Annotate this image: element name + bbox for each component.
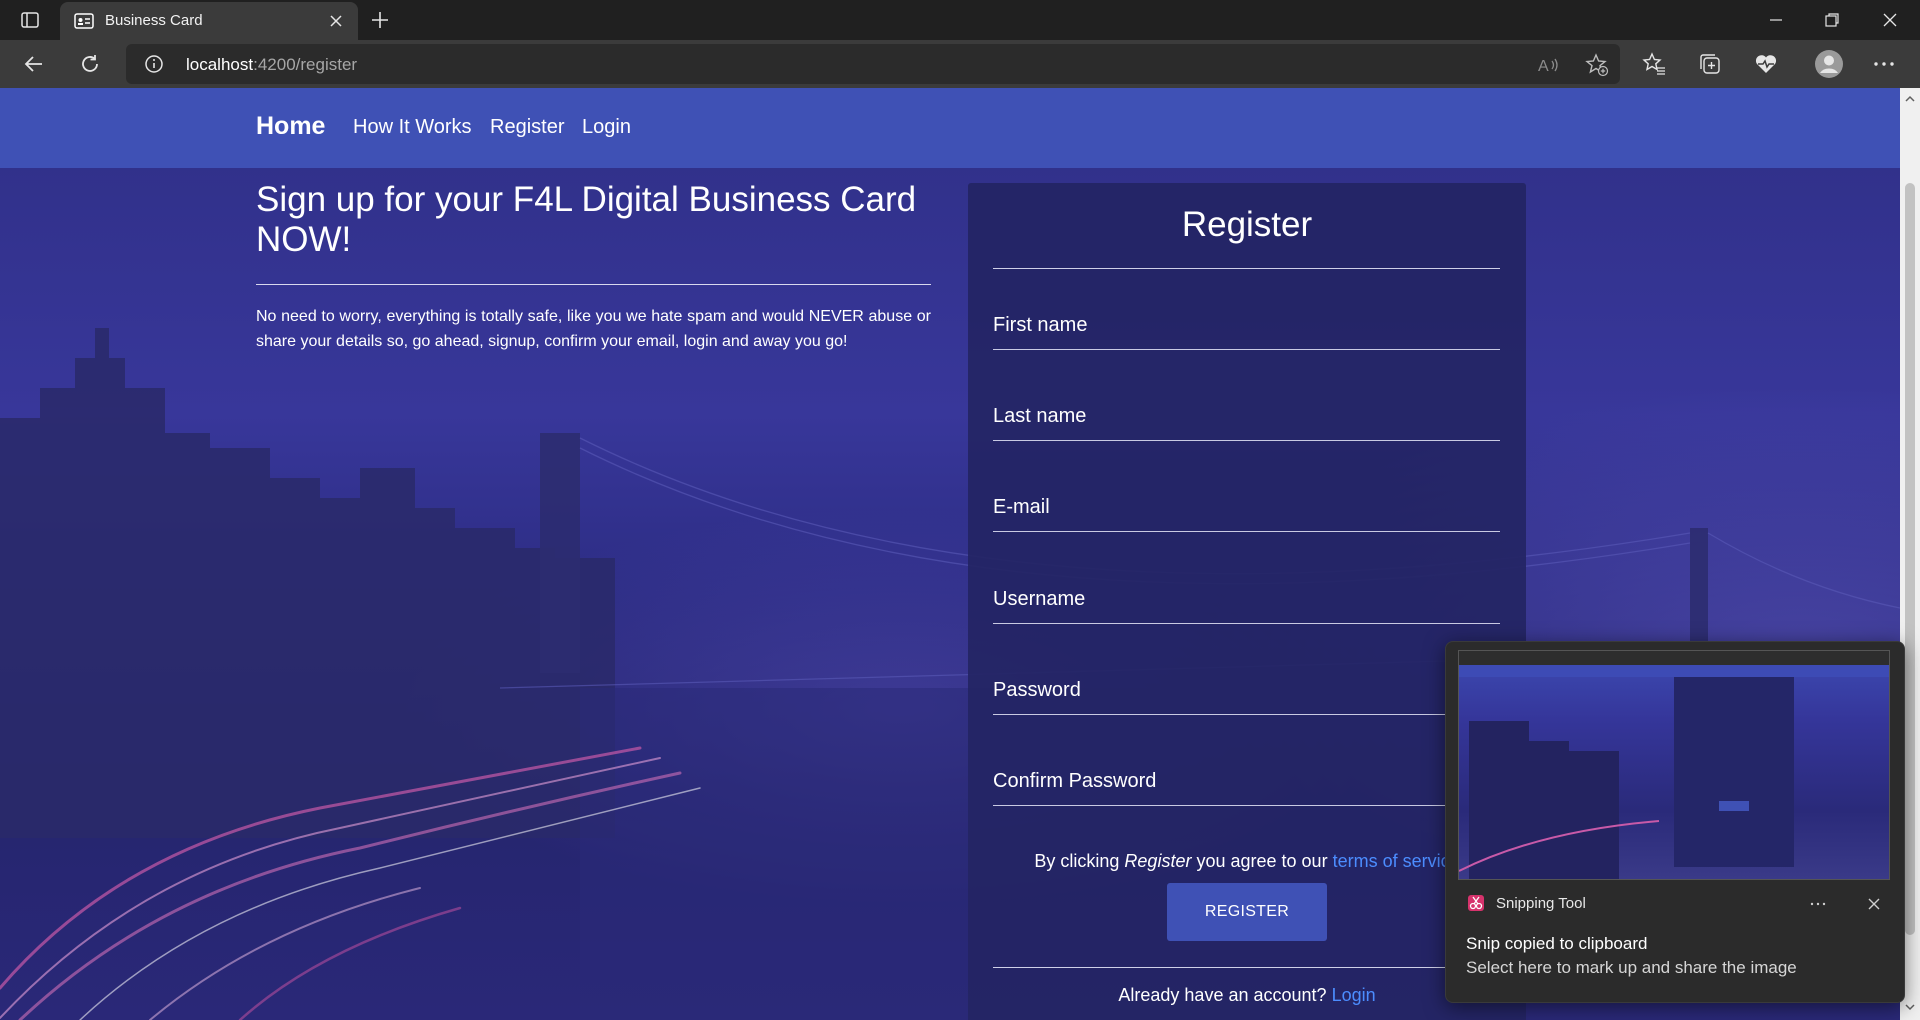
snip-preview-thumbnail[interactable] <box>1458 650 1890 880</box>
scroll-thumb[interactable] <box>1905 183 1915 935</box>
last-name-field[interactable]: Last name <box>993 390 1500 441</box>
close-tab-icon[interactable] <box>326 11 346 31</box>
terms-of-service-link[interactable]: terms of service <box>1333 851 1460 871</box>
browser-tab[interactable]: Business Card <box>60 2 358 40</box>
register-title: Register <box>1181 205 1313 244</box>
restore-icon[interactable] <box>1820 8 1844 32</box>
collections-icon[interactable] <box>1696 50 1724 78</box>
password-label: Password <box>993 679 1081 701</box>
new-tab-icon[interactable] <box>368 8 392 32</box>
back-icon[interactable] <box>20 50 48 78</box>
nav-login[interactable]: Login <box>582 116 631 139</box>
title-divider <box>993 268 1500 269</box>
register-card: Register First name Last name E-mail Use… <box>968 183 1526 1020</box>
tab-actions-icon[interactable] <box>20 10 40 30</box>
toast-title: Snip copied to clipboard <box>1466 934 1648 953</box>
browser-toolbar: localhost:4200/register A <box>0 40 1920 88</box>
first-name-field[interactable]: First name <box>993 299 1500 350</box>
terms-agreement: By clicking Register you agree to our te… <box>968 851 1526 872</box>
hero-title: Sign up for your F4L Digital Business Ca… <box>256 180 917 259</box>
toast-body: Select here to mark up and share the ima… <box>1466 958 1797 977</box>
url-path: :4200/register <box>253 55 358 74</box>
snipping-tool-notification[interactable]: Snipping Tool Snip copied to clipboard S… <box>1445 641 1905 1003</box>
first-name-label: First name <box>993 314 1088 336</box>
toast-more-options-icon[interactable] <box>1806 892 1830 916</box>
toast-app-name: Snipping Tool <box>1496 895 1586 912</box>
nav-register[interactable]: Register <box>490 116 564 139</box>
add-favorite-icon[interactable] <box>1584 52 1610 78</box>
favorites-icon[interactable] <box>1640 50 1668 78</box>
snipping-tool-app-icon <box>1466 893 1486 913</box>
tab-title: Business Card <box>105 12 203 29</box>
business-card-favicon-icon <box>74 11 94 31</box>
footer-divider <box>993 967 1500 968</box>
address-bar[interactable]: localhost:4200/register A <box>126 44 1620 84</box>
scroll-up-arrow-icon[interactable] <box>1904 92 1916 104</box>
login-link[interactable]: Login <box>1332 985 1376 1005</box>
password-field[interactable]: Password <box>993 664 1500 715</box>
last-name-label: Last name <box>993 405 1087 427</box>
username-label: Username <box>993 588 1086 610</box>
browser-titlebar: Business Card <box>0 0 1920 40</box>
hero-divider <box>256 284 931 285</box>
username-field[interactable]: Username <box>993 573 1500 624</box>
confirm-password-label: Confirm Password <box>993 770 1157 792</box>
read-aloud-icon[interactable]: A <box>1536 52 1562 78</box>
agree-prefix: By clicking <box>1034 851 1120 871</box>
email-field[interactable]: E-mail <box>993 481 1500 532</box>
site-info-icon[interactable] <box>144 54 164 74</box>
hero-text: No need to worry, everything is totally … <box>256 308 931 350</box>
nav-how-it-works[interactable]: How It Works <box>353 116 472 139</box>
close-window-icon[interactable] <box>1878 8 1902 32</box>
agree-mid: you agree to our <box>1196 851 1328 871</box>
toast-close-icon[interactable] <box>1864 894 1884 914</box>
refresh-icon[interactable] <box>76 50 104 78</box>
register-button[interactable]: REGISTER <box>1167 883 1327 941</box>
svg-text:A: A <box>1538 58 1549 75</box>
nav-brand-home[interactable]: Home <box>256 112 325 141</box>
minimize-icon[interactable] <box>1764 8 1788 32</box>
already-text: Already have an account? <box>1118 985 1327 1005</box>
agree-emphasis: Register <box>1124 851 1192 871</box>
already-have-account: Already have an account? Login <box>968 985 1526 1006</box>
browser-essentials-icon[interactable] <box>1752 50 1780 78</box>
more-options-icon[interactable] <box>1870 50 1898 78</box>
top-navbar: Home How It Works Register Login <box>0 88 1900 168</box>
profile-avatar-icon[interactable] <box>1814 49 1844 79</box>
url-host: localhost <box>186 55 254 74</box>
url-text: localhost:4200/register <box>186 55 357 75</box>
scroll-down-arrow-icon[interactable] <box>1904 1000 1916 1012</box>
email-label: E-mail <box>993 496 1050 518</box>
confirm-password-field[interactable]: Confirm Password <box>993 755 1500 806</box>
